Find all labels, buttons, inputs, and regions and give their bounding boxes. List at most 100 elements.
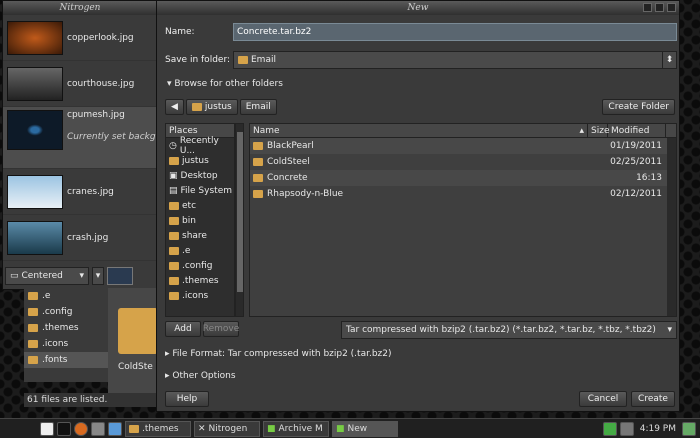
places-item[interactable]: .themes xyxy=(166,273,234,288)
folder-icon xyxy=(191,103,202,111)
clock[interactable]: 4:19 PM xyxy=(637,424,679,434)
filemanager-content: ColdSte xyxy=(108,288,160,394)
sidebar-item-selected[interactable]: .fonts xyxy=(24,352,108,368)
places-item[interactable]: share xyxy=(166,228,234,243)
places-item[interactable]: etc xyxy=(166,198,234,213)
folder-icon xyxy=(238,56,248,64)
path-back-button[interactable]: ◀ xyxy=(165,99,184,115)
add-button[interactable]: Add xyxy=(165,321,201,337)
file-list-header: Name ▴ Size Modified xyxy=(250,124,676,138)
archive-icon: ■ xyxy=(267,423,276,434)
places-scrollbar[interactable] xyxy=(235,123,244,317)
file-row[interactable]: BlackPearl 01/19/2011 xyxy=(250,138,676,154)
cancel-button[interactable]: Cancel xyxy=(579,391,627,407)
wallpaper-item-selected[interactable]: cpumesh.jpg Currently set backg xyxy=(3,107,159,169)
save-folder-select[interactable]: Email ⬍ xyxy=(233,51,677,69)
folder-icon xyxy=(169,246,179,255)
wallpaper-item[interactable]: courthouse.jpg xyxy=(3,61,159,107)
file-name: Rhapsody-n-Blue xyxy=(267,189,344,199)
wallpaper-name: cranes.jpg xyxy=(67,186,114,197)
chevron-down-icon: ▾ xyxy=(79,271,84,281)
remove-button[interactable]: Remove xyxy=(203,321,239,337)
path-button-justus[interactable]: justus xyxy=(185,99,238,115)
other-options-label: Other Options xyxy=(172,371,236,381)
network-icon[interactable] xyxy=(602,421,617,436)
launcher-icon[interactable] xyxy=(40,421,54,436)
folder-icon xyxy=(28,292,38,300)
wallpaper-thumbnail xyxy=(7,174,63,209)
filename-input[interactable]: Concrete.tar.bz2 xyxy=(233,23,677,41)
task-new[interactable]: ■ New xyxy=(332,420,398,437)
file-list-scrollbar[interactable] xyxy=(667,138,676,316)
places-item[interactable]: bin xyxy=(166,213,234,228)
places-item-label: .config xyxy=(182,260,213,271)
firefox-icon[interactable] xyxy=(74,421,88,436)
places-item[interactable]: ◷ Recently U... xyxy=(166,136,234,156)
other-options-expander[interactable]: ▸ Other Options xyxy=(165,371,236,381)
places-item[interactable]: .e xyxy=(166,243,234,258)
column-modified[interactable]: Modified xyxy=(608,124,666,137)
close-button[interactable] xyxy=(667,3,676,12)
filter-value: Tar compressed with bzip2 (.tar.bz2) (*.… xyxy=(346,325,656,335)
sidebar-item-label: .e xyxy=(42,291,51,301)
places-item[interactable]: ▣ Desktop xyxy=(166,168,234,183)
recent-icon: ◷ xyxy=(169,140,177,151)
file-format-expander[interactable]: ▸ File Format: Tar compressed with bzip2… xyxy=(165,349,392,359)
maximize-button[interactable] xyxy=(655,3,664,12)
sidebar-item[interactable]: .config xyxy=(24,304,108,320)
color-picker-button[interactable]: ▾ xyxy=(92,267,104,285)
file-row[interactable]: Rhapsody-n-Blue 02/12/2011 xyxy=(250,186,676,202)
browse-expander[interactable]: ▾ Browse for other folders xyxy=(167,79,283,89)
file-rows: BlackPearl 01/19/2011 ColdSteel 02/25/2011… xyxy=(250,138,676,202)
folder-icon xyxy=(169,291,179,300)
column-size[interactable]: Size xyxy=(588,124,609,137)
file-name: Concrete xyxy=(267,173,308,183)
column-name[interactable]: Name ▴ xyxy=(250,124,588,137)
wallpaper-item[interactable]: crash.jpg xyxy=(3,215,159,261)
minimize-button[interactable] xyxy=(643,3,652,12)
wallpaper-name: crash.jpg xyxy=(67,232,109,243)
places-item[interactable]: ▤ File System xyxy=(166,183,234,198)
terminal-icon[interactable] xyxy=(57,421,71,436)
sidebar-item[interactable]: .themes xyxy=(24,320,108,336)
places-item-label: Desktop xyxy=(180,170,218,181)
path-button-email[interactable]: Email xyxy=(239,99,277,115)
mode-select[interactable]: ▭ Centered ▾ xyxy=(5,267,89,285)
volume-icon[interactable] xyxy=(619,421,634,436)
places-item[interactable]: .config xyxy=(166,258,234,273)
path-label: Email xyxy=(245,102,271,112)
files-icon[interactable] xyxy=(91,421,105,436)
sidebar-item[interactable]: .e xyxy=(24,288,108,304)
create-button[interactable]: Create xyxy=(631,391,675,407)
file-row[interactable]: ColdSteel 02/25/2011 xyxy=(250,154,676,170)
places-item-label: .themes xyxy=(182,275,219,286)
wallpaper-item[interactable]: cranes.jpg xyxy=(3,169,159,215)
folder-icon[interactable] xyxy=(118,308,158,354)
scrollbar-thumb[interactable] xyxy=(237,132,243,292)
file-row[interactable]: Concrete 16:13 xyxy=(250,170,676,186)
chevron-down-icon: ▾ xyxy=(667,325,672,335)
create-folder-button[interactable]: Create Folder xyxy=(602,99,675,115)
places-item[interactable]: .icons xyxy=(166,288,234,303)
battery-icon[interactable] xyxy=(682,421,696,436)
wallpaper-thumbnail xyxy=(7,110,63,150)
task-themes[interactable]: .themes xyxy=(125,420,191,437)
background-color-swatch[interactable] xyxy=(107,267,133,285)
archive-icon: ■ xyxy=(336,423,345,434)
mode-value: Centered xyxy=(21,271,63,281)
task-archive[interactable]: ■ Archive M xyxy=(263,420,329,437)
sidebar-item[interactable]: .icons xyxy=(24,336,108,352)
file-modified: 02/25/2011 xyxy=(610,157,662,167)
help-button[interactable]: Help xyxy=(165,391,209,407)
settings-icon[interactable] xyxy=(108,421,122,436)
task-label: .themes xyxy=(142,423,179,434)
browse-label: Browse for other folders xyxy=(174,79,283,89)
task-label: Archive M xyxy=(278,423,323,434)
task-nitrogen[interactable]: ✕ Nitrogen xyxy=(194,420,260,437)
monitor-icon: ▭ xyxy=(10,271,19,281)
folder-icon xyxy=(169,201,179,210)
wallpaper-item[interactable]: copperlook.jpg xyxy=(3,15,159,61)
sort-arrow-icon: ▴ xyxy=(579,126,584,136)
file-type-filter[interactable]: Tar compressed with bzip2 (.tar.bz2) (*.… xyxy=(341,321,677,339)
folder-icon xyxy=(28,356,38,364)
